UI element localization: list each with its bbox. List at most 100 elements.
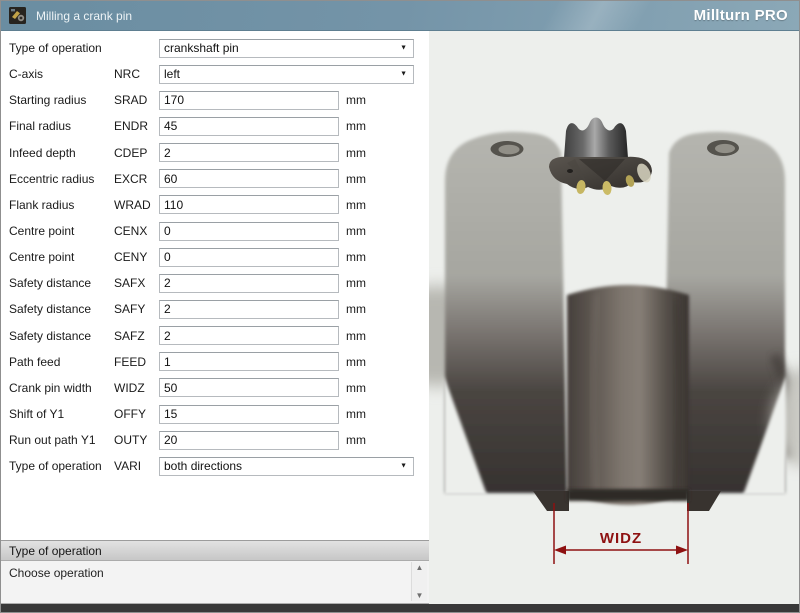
input-excr[interactable]: [159, 169, 339, 188]
select-value: left: [164, 67, 180, 81]
field-label: Eccentric radius: [9, 172, 114, 186]
field-code: ENDR: [114, 119, 159, 133]
field-label: Run out path Y1: [9, 433, 114, 447]
field-label: Infeed depth: [9, 146, 114, 160]
scroll-down-icon[interactable]: ▼: [416, 590, 424, 601]
window-title: Milling a crank pin: [36, 9, 132, 23]
input-srad[interactable]: [159, 91, 339, 110]
cutter-shank: [564, 118, 628, 159]
input-safy[interactable]: [159, 300, 339, 319]
input-outy[interactable]: [159, 431, 339, 450]
unit-label: mm: [346, 276, 366, 290]
input-cdep[interactable]: [159, 143, 339, 162]
form-rows: Type of operationcrankshaft pin▼C-axisNR…: [1, 31, 429, 479]
form-row: Flank radiusWRADmm: [1, 192, 429, 218]
form-row: Type of operation crankshaft pin ▼: [1, 35, 429, 61]
unit-label: mm: [346, 146, 366, 160]
form-row: Run out path Y1OUTY mm: [1, 427, 429, 453]
input-safx[interactable]: [159, 274, 339, 293]
widz-dimension-label: WIDZ: [600, 530, 642, 547]
input-feed[interactable]: [159, 352, 339, 371]
field-label: Crank pin width: [9, 381, 114, 395]
chevron-down-icon[interactable]: ▼: [400, 44, 407, 51]
field-code: SAFY: [114, 302, 159, 316]
title-bar: Milling a crank pin Millturn PRO: [1, 1, 799, 31]
unit-label: mm: [346, 302, 366, 316]
field-code: SAFZ: [114, 329, 159, 343]
form-row: Infeed depthCDEP mm: [1, 140, 429, 166]
chevron-down-icon[interactable]: ▼: [400, 463, 407, 470]
field-code: SRAD: [114, 93, 159, 107]
input-wrad[interactable]: [159, 195, 339, 214]
field-code: FEED: [114, 355, 159, 369]
field-code: OFFY: [114, 407, 159, 421]
crank-pin: [567, 285, 689, 505]
input-widz[interactable]: [159, 378, 339, 397]
field-label: Final radius: [9, 119, 114, 133]
field-code: CDEP: [114, 146, 159, 160]
input-offy[interactable]: [159, 405, 339, 424]
field-label: Centre point: [9, 250, 114, 264]
field-label: Flank radius: [9, 198, 114, 212]
unit-label: mm: [346, 329, 366, 343]
input-ceny[interactable]: [159, 248, 339, 267]
dialog-window: Milling a crank pin Millturn PRO Type of…: [0, 0, 800, 613]
select-vari[interactable]: both directions ▼: [159, 457, 414, 476]
field-code: CENX: [114, 224, 159, 238]
form-row: Shift of Y1OFFY mm: [1, 401, 429, 427]
form-row: Centre pointCENX mm: [1, 218, 429, 244]
select-operation[interactable]: crankshaft pin ▼: [159, 39, 414, 58]
help-scrollbar[interactable]: ▲ ▼: [411, 562, 427, 601]
field-label: Type of operation: [9, 459, 114, 473]
field-label: C-axis: [9, 67, 114, 81]
select-value: both directions: [164, 459, 242, 473]
select-value: crankshaft pin: [164, 41, 239, 55]
input-endr[interactable]: [159, 117, 339, 136]
unit-label: mm: [346, 224, 366, 238]
field-label: Shift of Y1: [9, 407, 114, 421]
field-label: Centre point: [9, 224, 114, 238]
input-safz[interactable]: [159, 326, 339, 345]
field-code: SAFX: [114, 276, 159, 290]
input-cenx[interactable]: [159, 222, 339, 241]
unit-label: mm: [346, 93, 366, 107]
unit-label: mm: [346, 407, 366, 421]
field-code: OUTY: [114, 433, 159, 447]
form-row: Path feedFEED mm: [1, 349, 429, 375]
field-label: Safety distance: [9, 276, 114, 290]
field-code: WIDZ: [114, 381, 159, 395]
form-row: Safety distanceSAFX mm: [1, 270, 429, 296]
help-panel: Choose operation ▲ ▼: [1, 561, 429, 604]
form-row: Safety distanceSAFZ mm: [1, 323, 429, 349]
field-label: Type of operation: [9, 41, 114, 55]
unit-label: mm: [346, 433, 366, 447]
unit-label: mm: [346, 172, 366, 186]
field-label: Path feed: [9, 355, 114, 369]
form-row: Safety distanceSAFY mm: [1, 296, 429, 322]
help-text: Choose operation: [1, 561, 429, 585]
field-code: WRAD: [114, 198, 159, 212]
field-label: Safety distance: [9, 302, 114, 316]
titlebar-sheen: [539, 1, 655, 31]
bottom-bar: [1, 604, 799, 612]
field-code: CENY: [114, 250, 159, 264]
unit-label: mm: [346, 119, 366, 133]
field-label: Safety distance: [9, 329, 114, 343]
form-row: C-axisNRCleft▼: [1, 61, 429, 87]
chevron-down-icon[interactable]: ▼: [400, 71, 407, 78]
unit-label: mm: [346, 381, 366, 395]
form-row: Crank pin widthWIDZ mm: [1, 375, 429, 401]
form-row: Starting radiusSRADmm: [1, 87, 429, 113]
section-header: Type of operation: [1, 540, 429, 561]
unit-label: mm: [346, 355, 366, 369]
form-row: Eccentric radiusEXCR mm: [1, 166, 429, 192]
scroll-up-icon[interactable]: ▲: [416, 562, 424, 573]
preview-panel: WIDZ: [429, 31, 799, 604]
unit-label: mm: [346, 250, 366, 264]
select-nrc[interactable]: left ▼: [159, 65, 414, 84]
field-code: EXCR: [114, 172, 159, 186]
form-row: Final radiusENDR mm: [1, 113, 429, 139]
brand-logo: Millturn PRO: [694, 7, 788, 24]
status-footer: Type of operation Choose operation ▲ ▼: [1, 540, 429, 604]
form-row: Type of operationVARIboth directions▼: [1, 453, 429, 479]
